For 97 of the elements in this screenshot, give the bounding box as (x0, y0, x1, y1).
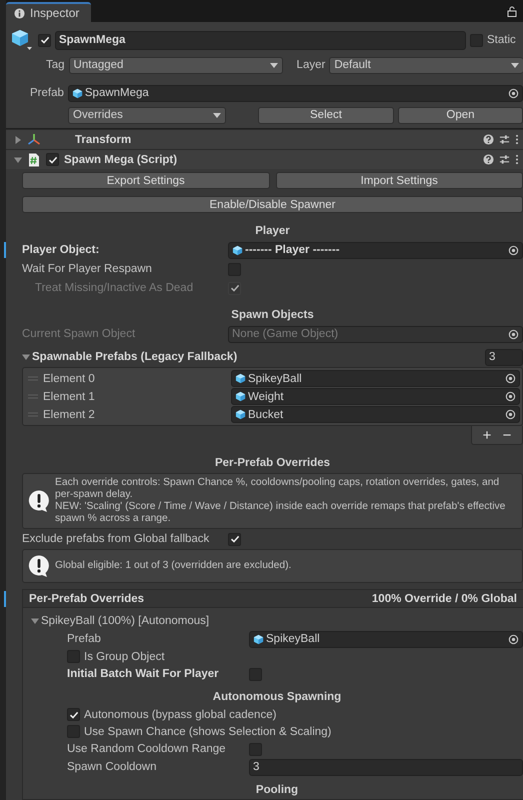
checkbox[interactable] (67, 725, 80, 738)
field-label: Treat Missing/Inactive As Dead (35, 282, 194, 294)
checkbox[interactable] (249, 668, 262, 680)
count-field[interactable]: 3 (485, 348, 523, 366)
caret-icon (511, 62, 519, 68)
component-header[interactable]: Transform (6, 129, 523, 149)
object-picker-icon[interactable] (505, 409, 516, 420)
help-icon[interactable] (483, 154, 494, 165)
tag-dropdown[interactable]: Untagged (68, 56, 283, 74)
sliders-icon[interactable] (499, 134, 510, 145)
tag-label: Tag (46, 59, 65, 71)
prefab-cube-icon (232, 244, 243, 256)
checkbox-label: Autonomous (bypass global cadence) (84, 708, 276, 720)
field-label: Wait For Player Respawn (22, 263, 153, 275)
warning-bubble-icon (27, 554, 51, 578)
object-picker-icon[interactable] (508, 634, 519, 644)
checkbox[interactable] (67, 708, 80, 721)
settings-button[interactable]: Export Settings (22, 172, 270, 189)
script-file-icon (27, 152, 41, 166)
section-header: Pooling (254, 783, 300, 798)
object-picker-icon[interactable] (508, 244, 519, 256)
field-label: Current Spawn Object (22, 328, 136, 340)
list-button[interactable]: − (498, 426, 516, 444)
list-button[interactable]: + (478, 426, 496, 444)
foldout-arrow-icon[interactable] (14, 136, 22, 144)
checkbox-label: Is Group Object (84, 650, 165, 662)
object-picker-icon[interactable] (505, 373, 516, 384)
field-label: Use Random Cooldown Range (67, 743, 227, 755)
section-header: Spawn Objects (230, 308, 315, 323)
object-field[interactable]: Bucket (231, 406, 520, 423)
section-header: Per-Prefab Overrides (214, 456, 332, 471)
override-summary: 100% Override / 0% Global (372, 592, 517, 604)
overrides-dropdown[interactable]: Overrides (68, 106, 226, 124)
select-button[interactable]: Select (258, 106, 394, 124)
checkbox-label: Use Spawn Chance (shows Selection & Scaling) (84, 726, 332, 738)
object-picker-icon[interactable] (505, 391, 516, 402)
field-label: Player Object: (22, 244, 100, 256)
active-checkbox[interactable] (38, 34, 51, 46)
number-field[interactable]: 3 (249, 758, 523, 776)
object-picker-icon[interactable] (508, 88, 519, 98)
name-field[interactable]: SpawnMega (55, 30, 466, 50)
drag-handle-icon[interactable] (28, 376, 38, 381)
object-field[interactable]: Weight (231, 388, 520, 405)
static-checkbox[interactable] (470, 34, 483, 46)
field-label: Initial Batch Wait For Player (67, 668, 220, 680)
layer-dropdown[interactable]: Default (329, 56, 523, 74)
inspector-tab[interactable]: Inspector (6, 2, 92, 22)
toggle-spawner-button[interactable]: Enable/Disable Spawner (22, 196, 523, 213)
warning-bubble-icon (27, 489, 51, 513)
foldout-arrow-icon[interactable] (22, 353, 30, 361)
drag-handle-icon[interactable] (28, 412, 38, 417)
checkbox[interactable] (228, 532, 241, 546)
checkbox[interactable] (249, 742, 262, 756)
more-options-icon[interactable] (515, 154, 519, 165)
foldout-label[interactable]: Spawnable Prefabs (Legacy Fallback) (32, 351, 238, 363)
object-field: None (Game Object) (228, 326, 523, 342)
field-label: Exclude prefabs from Global fallback (22, 533, 210, 545)
prefab-cube-icon (253, 634, 264, 644)
layer-label: Layer (296, 59, 326, 71)
element-label: Element 0 (43, 372, 96, 384)
section-header: Autonomous Spawning (212, 690, 342, 705)
help-text: Global eligible: 1 out of 3 (overridden are excluded). (55, 560, 292, 572)
caret-icon (213, 112, 221, 118)
info-icon (14, 8, 25, 18)
field-label: Prefab (67, 633, 102, 645)
help-icon[interactable] (483, 134, 494, 145)
static-label: Static (487, 34, 517, 46)
sliders-icon[interactable] (499, 154, 510, 165)
object-field[interactable]: SpikeyBall (249, 630, 523, 648)
panel-title: Per-Prefab Overrides (29, 592, 144, 604)
prefab-cube-icon (235, 373, 246, 384)
axes-icon (27, 132, 41, 146)
prefab-label: Prefab (30, 87, 64, 99)
help-text: Each override controls: Spawn Chance %, cooldowns/pooling caps, rotation overrides, gates, and per-spawn delay. NEW: 'Scaling' (Score / Time / Wave / Distance) inside each override remaps that prefab's effective spawn % across a range. (55, 477, 506, 525)
enabled-checkbox[interactable] (46, 153, 59, 166)
object-field[interactable]: ------- Player ------- (228, 242, 523, 258)
lock-icon[interactable] (507, 6, 517, 17)
caret-icon (270, 62, 278, 68)
foldout-arrow-icon[interactable] (31, 617, 39, 625)
component-header[interactable]: Spawn Mega (Script) (6, 149, 523, 169)
prefab-cube-icon (235, 391, 246, 402)
more-options-icon[interactable] (515, 134, 519, 145)
element-label: Element 1 (43, 390, 96, 402)
game-object-cube-icon[interactable] (10, 28, 34, 52)
prefab-field[interactable]: SpawnMega (68, 84, 523, 102)
foldout-label[interactable]: SpikeyBall (100%) [Autonomous] (41, 615, 210, 627)
settings-button[interactable]: Import Settings (276, 172, 523, 189)
section-header: Player (254, 224, 291, 239)
prefab-cube-icon (72, 88, 83, 98)
field-label: Spawn Cooldown (67, 761, 158, 773)
checkbox[interactable] (67, 650, 80, 663)
object-field[interactable]: SpikeyBall (231, 370, 520, 387)
prefab-cube-icon (235, 409, 246, 420)
open-button[interactable]: Open (398, 106, 523, 124)
element-label: Element 2 (43, 408, 96, 420)
foldout-arrow-icon[interactable] (14, 156, 22, 164)
drag-handle-icon[interactable] (28, 394, 38, 399)
